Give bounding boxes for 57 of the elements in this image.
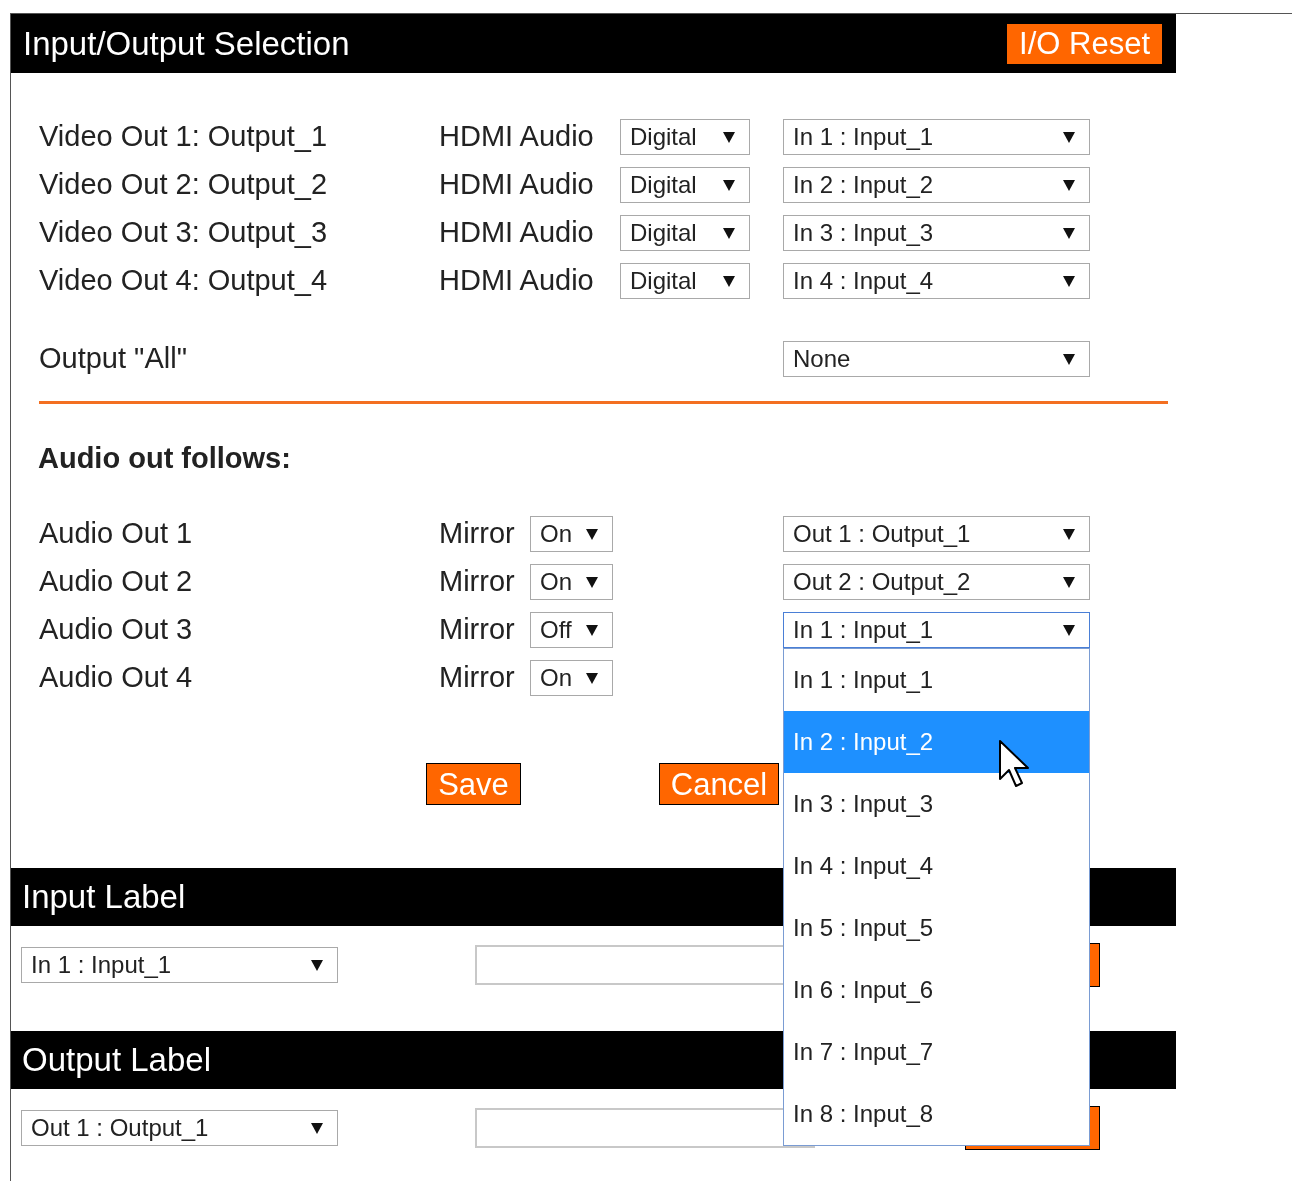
source-dropdown[interactable]: Out 1 : Output_1 xyxy=(783,516,1090,552)
mirror-label: Mirror xyxy=(439,612,516,648)
caret-icon xyxy=(723,227,735,239)
audio-label: HDMI Audio xyxy=(439,119,595,155)
output-label: Video Out 3: Output_3 xyxy=(39,215,329,251)
source-dropdown[interactable]: In 2 : Input_2 xyxy=(783,167,1090,203)
audio-mode-dropdown[interactable]: Digital xyxy=(620,119,750,155)
label-dropdown[interactable]: In 1 : Input_1 xyxy=(21,947,338,983)
source-dropdown[interactable]: Out 2 : Output_2 xyxy=(783,564,1090,600)
mirror-label: Mirror xyxy=(439,660,516,696)
mirror-dropdown[interactable]: Off xyxy=(530,612,613,648)
caret-icon xyxy=(311,959,323,971)
caret-icon xyxy=(586,672,598,684)
section-heading: Audio out follows: xyxy=(38,441,291,477)
caret-icon xyxy=(586,576,598,588)
mirror-label: Mirror xyxy=(439,516,516,552)
caret-icon xyxy=(1063,353,1075,365)
audio-mode-dropdown[interactable]: Digital xyxy=(620,215,750,251)
output-all-label: Output "All" xyxy=(39,341,188,377)
caret-icon xyxy=(723,131,735,143)
page-title: Input/Output Selection xyxy=(23,23,350,64)
caret-icon xyxy=(1063,624,1075,636)
mirror-dropdown[interactable]: On xyxy=(530,516,613,552)
audio-label: HDMI Audio xyxy=(439,215,595,251)
caret-icon xyxy=(586,624,598,636)
source-dropdown[interactable]: In 1 : Input_1 xyxy=(783,612,1090,648)
audio-out-label: Audio Out 4 xyxy=(39,660,194,696)
source-dropdown[interactable]: In 3 : Input_3 xyxy=(783,215,1090,251)
audio-mode-dropdown[interactable]: Digital xyxy=(620,263,750,299)
audio-out-label: Audio Out 3 xyxy=(39,612,194,648)
mirror-dropdown[interactable]: On xyxy=(530,660,613,696)
source-dropdown[interactable]: In 1 : Input_1 xyxy=(783,119,1090,155)
audio-label: HDMI Audio xyxy=(439,167,595,203)
caret-icon xyxy=(1063,528,1075,540)
caret-icon xyxy=(311,1122,323,1134)
audio-label: HDMI Audio xyxy=(439,263,595,299)
mirror-label: Mirror xyxy=(439,564,516,600)
caret-icon xyxy=(1063,179,1075,191)
output-label: Video Out 2: Output_2 xyxy=(39,167,329,203)
source-dropdown[interactable]: In 4 : Input_4 xyxy=(783,263,1090,299)
section-title: Input Label xyxy=(22,877,186,918)
caret-icon xyxy=(1063,576,1075,588)
caret-icon xyxy=(586,528,598,540)
caret-icon xyxy=(1063,131,1075,143)
label-dropdown[interactable]: Out 1 : Output_1 xyxy=(21,1110,338,1146)
mirror-dropdown[interactable]: On xyxy=(530,564,613,600)
output-label: Video Out 4: Output_4 xyxy=(39,263,329,299)
caret-icon xyxy=(1063,227,1075,239)
section-title: Output Label xyxy=(22,1040,211,1081)
source-dropdown[interactable]: None xyxy=(783,341,1090,377)
audio-out-label: Audio Out 2 xyxy=(39,564,194,600)
output-label: Video Out 1: Output_1 xyxy=(39,119,329,155)
caret-icon xyxy=(1063,275,1075,287)
audio-out-label: Audio Out 1 xyxy=(39,516,194,552)
caret-icon xyxy=(723,275,735,287)
caret-icon xyxy=(723,179,735,191)
audio-mode-dropdown[interactable]: Digital xyxy=(620,167,750,203)
